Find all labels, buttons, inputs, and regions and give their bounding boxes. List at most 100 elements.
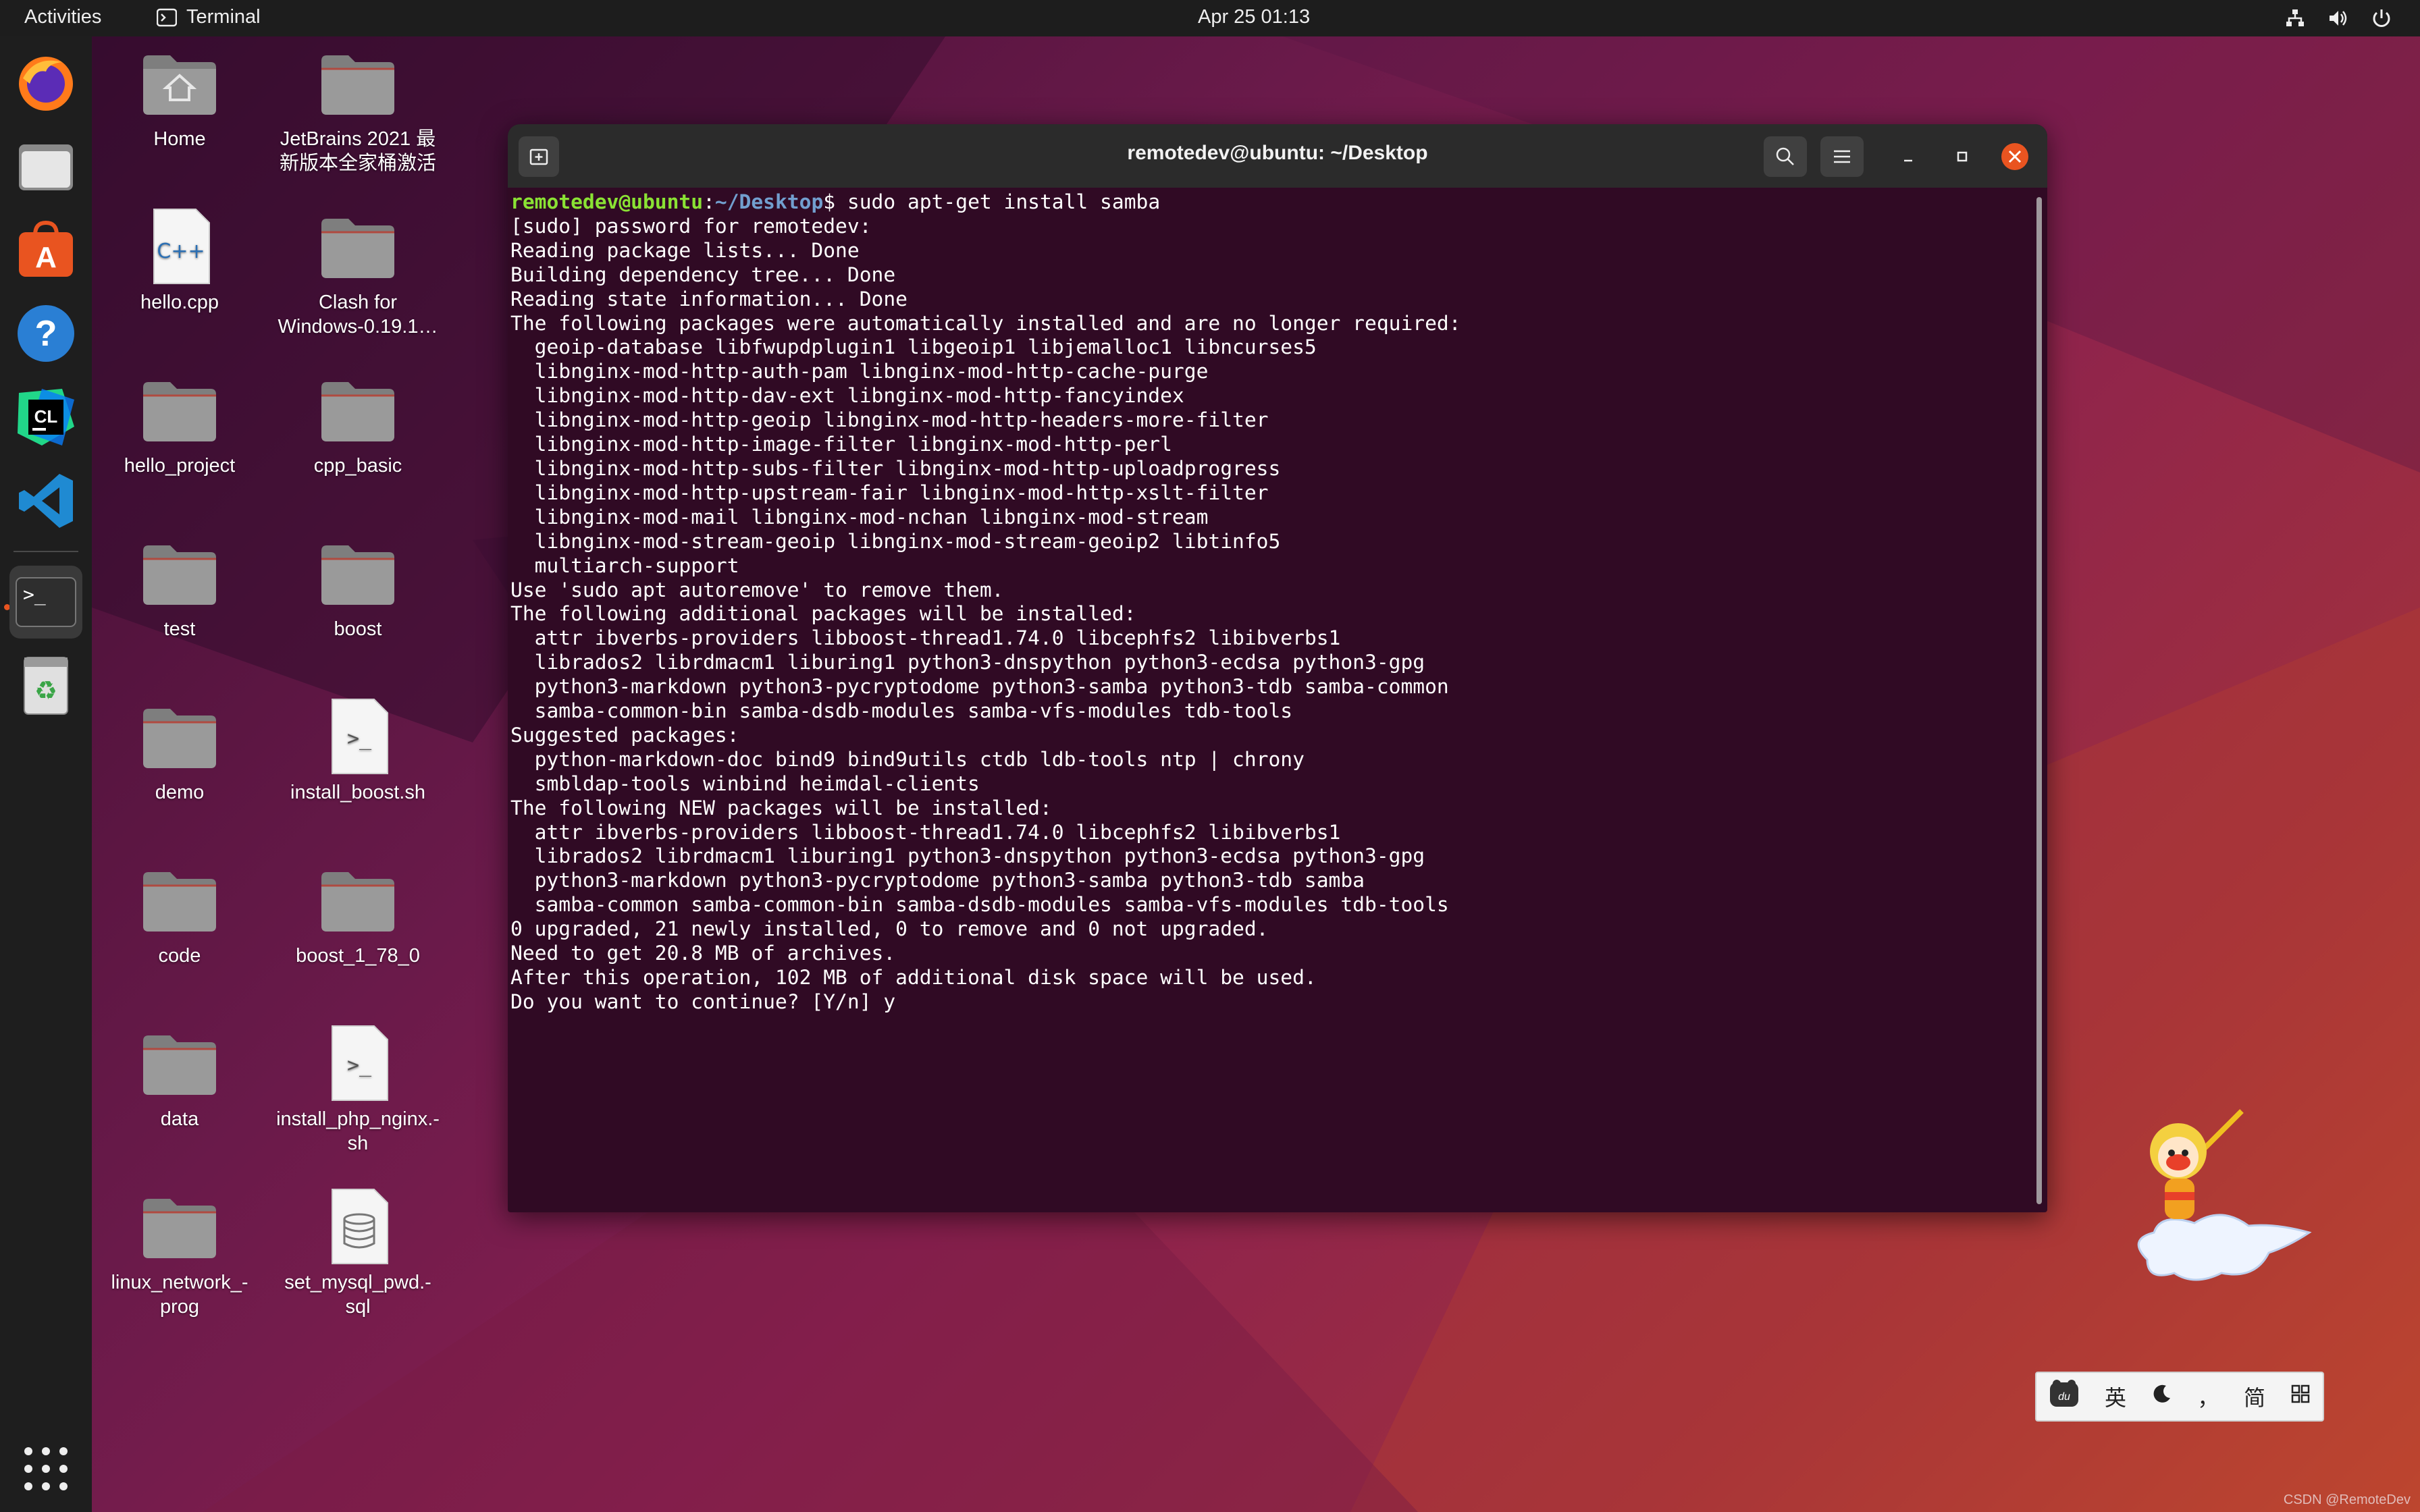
svg-text:>_: >_	[347, 1054, 372, 1077]
folder-icon	[317, 43, 398, 124]
folder-icon	[139, 697, 220, 778]
show-apps-button[interactable]	[22, 1444, 70, 1496]
terminal-line: Building dependency tree... Done	[510, 263, 896, 286]
volume-icon[interactable]	[2327, 7, 2350, 30]
desktop-icon-script[interactable]: >_ install_php_nginx.-sh	[270, 1023, 446, 1156]
folder-icon	[139, 1023, 220, 1104]
terminal-line: libnginx-mod-http-subs-filter libnginx-m…	[510, 456, 1281, 480]
ime-mascot-image[interactable]	[2120, 1104, 2316, 1293]
terminal-line: 0 upgraded, 21 newly installed, 0 to rem…	[510, 917, 1269, 941]
folder-icon	[139, 370, 220, 451]
prompt-line: remotedev@ubuntu:~/Desktop$ sudo apt-get…	[510, 190, 2034, 215]
terminal-line: geoip-database libfwupdplugin1 libgeoip1…	[510, 335, 1317, 359]
desktop-icon-folder[interactable]: boost_1_78_0	[270, 860, 446, 968]
clion-icon: CL	[18, 389, 74, 446]
terminal-line: libnginx-mod-http-auth-pam libnginx-mod-…	[510, 360, 1209, 383]
desktop-icon-folder[interactable]: demo	[92, 697, 267, 805]
dock-help[interactable]: ?	[9, 297, 82, 370]
ime-logo-icon[interactable]: du	[2049, 1378, 2080, 1415]
terminal-line: python-markdown-doc bind9 bind9utils ctd…	[510, 747, 1305, 771]
svg-text:du: du	[2058, 1391, 2070, 1403]
ime-punctuation-toggle[interactable]: ，	[2197, 1381, 2219, 1412]
dock-firefox[interactable]	[9, 46, 82, 119]
desktop-icon-folder[interactable]: Clash for Windows-0.19.1…	[270, 207, 446, 339]
terminal-line: Reading package lists... Done	[510, 238, 860, 262]
desktop-icon-label: data	[160, 1108, 199, 1130]
desktop-icon-folder[interactable]: linux_network_-prog	[92, 1187, 267, 1319]
firefox-icon	[19, 57, 73, 111]
terminal-line: smbldap-tools winbind heimdal-clients	[510, 772, 980, 795]
help-icon: ?	[18, 305, 74, 362]
dock-files[interactable]	[9, 130, 82, 202]
terminal-line: libnginx-mod-http-image-filter libnginx-…	[510, 433, 1172, 456]
desktop-icon-label: install_php_nginx.-sh	[276, 1108, 440, 1154]
svg-text:>_: >_	[347, 727, 372, 751]
dock-vscode[interactable]	[9, 464, 82, 537]
ime-moon-icon[interactable]	[2151, 1383, 2173, 1410]
svg-text:>_: >_	[23, 583, 46, 606]
desktop-icon-label: boost_1_78_0	[296, 945, 420, 967]
hamburger-icon	[1834, 150, 1850, 163]
terminal-menu-button[interactable]	[1820, 136, 1864, 177]
cpp-icon: C++	[139, 207, 220, 288]
terminal-line: The following NEW packages will be insta…	[510, 796, 1052, 819]
app-menu-label: Terminal	[186, 6, 261, 28]
app-menu-terminal[interactable]: Terminal	[157, 6, 261, 28]
svg-text:CL: CL	[34, 406, 58, 427]
desktop-icon-label: hello_project	[124, 455, 236, 477]
grid-icon	[24, 1447, 68, 1490]
desktop-icon-label: Home	[153, 128, 206, 150]
database-icon	[317, 1187, 398, 1268]
terminal-scrollbar[interactable]	[2036, 197, 2042, 1204]
prompt-colon: :	[703, 190, 715, 213]
desktop-icon-folder[interactable]: boost	[270, 533, 446, 641]
desktop-icon-home[interactable]: Home	[92, 43, 267, 151]
ime-grid-button[interactable]	[2290, 1384, 2311, 1409]
minimize-button[interactable]	[1887, 136, 1930, 177]
dock-clion[interactable]: CL	[9, 381, 82, 454]
folder-icon	[317, 207, 398, 288]
activities-button[interactable]: Activities	[24, 6, 101, 28]
network-icon[interactable]	[2284, 7, 2307, 30]
desktop-icon-label: cpp_basic	[313, 455, 402, 477]
desktop-icon-folder[interactable]: cpp_basic	[270, 370, 446, 478]
dock-software[interactable]: A	[9, 213, 82, 286]
input-method-bar[interactable]: du 英 ， 简	[2035, 1372, 2324, 1422]
clock[interactable]: Apr 25 01:13	[1198, 6, 1310, 28]
terminal-line: libnginx-mod-http-geoip libnginx-mod-htt…	[510, 408, 1269, 432]
terminal-line: After this operation, 102 MB of addition…	[510, 966, 1317, 989]
desktop-icon-folder[interactable]: test	[92, 533, 267, 641]
desktop-icon-folder[interactable]: JetBrains 2021 最新版本全家桶激活	[270, 43, 446, 176]
dock-terminal[interactable]: >_	[9, 566, 82, 639]
folder-icon	[139, 1187, 220, 1268]
terminal-output[interactable]: remotedev@ubuntu:~/Desktop$ sudo apt-get…	[510, 190, 2034, 1212]
ime-simplified-toggle[interactable]: 简	[2244, 1381, 2265, 1412]
close-button[interactable]	[1993, 136, 2036, 177]
terminal-line: The following additional packages will b…	[510, 602, 1136, 626]
folder-icon	[317, 860, 398, 941]
terminal-window[interactable]: remotedev@ubuntu: ~/Desktop remotedev@ub…	[508, 124, 2047, 1212]
script-icon: >_	[317, 1023, 398, 1104]
dock-trash[interactable]: ♻	[9, 649, 82, 722]
power-icon[interactable]	[2370, 7, 2393, 30]
close-icon	[2001, 143, 2028, 170]
desktop-icon-folder[interactable]: code	[92, 860, 267, 968]
folder-icon	[139, 533, 220, 614]
terminal-line: libnginx-mod-http-dav-ext libnginx-mod-h…	[510, 384, 1184, 408]
terminal-line: Use 'sudo apt autoremove' to remove them…	[510, 578, 1004, 601]
terminal-search-button[interactable]	[1764, 136, 1807, 177]
terminal-header-bar[interactable]: remotedev@ubuntu: ~/Desktop	[508, 124, 2047, 188]
maximize-button[interactable]	[1941, 136, 1984, 177]
output-lines: [sudo] password for remotedev: Reading pa…	[510, 215, 2034, 1015]
desktop-icon-database[interactable]: set_mysql_pwd.-sql	[270, 1187, 446, 1319]
terminal-line: librados2 librdmacm1 liburing1 python3-d…	[510, 844, 1425, 868]
terminal-line: librados2 librdmacm1 liburing1 python3-d…	[510, 651, 1425, 674]
ime-language-toggle[interactable]: 英	[2105, 1381, 2126, 1412]
desktop-icon-folder[interactable]: hello_project	[92, 370, 267, 478]
moon-icon	[2153, 1384, 2170, 1403]
desktop-icon-cpp[interactable]: C++ hello.cpp	[92, 207, 267, 315]
desktop-icon-folder[interactable]: data	[92, 1023, 267, 1131]
desktop-icon-script[interactable]: >_ install_boost.sh	[270, 697, 446, 805]
desktop-icon-label: JetBrains 2021 最新版本全家桶激活	[279, 128, 436, 174]
system-tray[interactable]	[2284, 7, 2393, 30]
